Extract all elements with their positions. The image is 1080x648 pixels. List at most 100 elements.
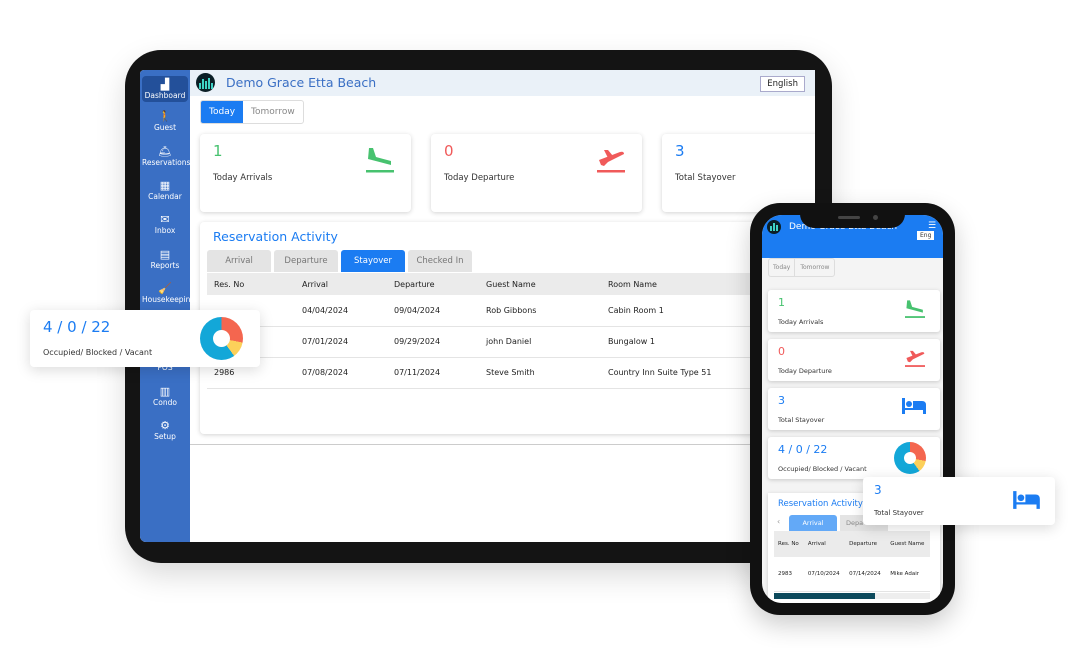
arrivals-card[interactable]: 1 Today Arrivals	[200, 134, 411, 212]
broom-icon: 🧹	[158, 281, 172, 295]
column-header[interactable]: Guest Name	[886, 531, 930, 557]
departure-card[interactable]: 0 Today Departure	[431, 134, 642, 212]
sidebar-item-guest[interactable]: 🚶 Guest	[142, 110, 188, 132]
phone-screen: Demo Grace Etta Beach Eng ☰ Today Tomorr…	[762, 215, 943, 603]
reservation-activity-panel: Reservation Activity Arrival Departure Sta…	[200, 222, 815, 434]
table-cell: 07/14/2024	[845, 557, 887, 592]
plane-departure-icon	[905, 350, 925, 367]
logo	[196, 73, 215, 92]
occupancy-donut-chart	[200, 317, 243, 360]
table-cell: 2983	[774, 557, 804, 592]
bell-icon: 🛎	[158, 144, 172, 158]
tablet-screen: ▟ Dashboard 🚶 Guest 🛎 Reservations ▦ Calendar ✉ I…	[140, 70, 815, 542]
bed-icon	[902, 398, 926, 414]
column-header[interactable]: Arrival	[295, 273, 387, 295]
sidebar-item-label: Condo	[153, 397, 177, 407]
table-cell: Mike Adair	[886, 557, 930, 592]
arrivals-count: 1	[213, 142, 223, 160]
table-row[interactable]: 2986 07/08/2024 07/11/2024 Steve Smith Count…	[207, 357, 815, 389]
envelope-icon: ✉	[160, 213, 170, 227]
occupancy-card[interactable]: 4 / 0 / 22 Occupied/ Blocked / Vacant	[30, 310, 260, 367]
table-cell: john Daniel	[479, 326, 601, 358]
table-cell: 09/04/2024	[387, 295, 479, 327]
sidebar-item-housekeeping[interactable]: 🧹 Housekeeping	[142, 281, 195, 304]
horizontal-scrollbar[interactable]	[774, 593, 930, 599]
arrivals-label: Today Arrivals	[213, 173, 273, 183]
column-header[interactable]: Guest Name	[479, 273, 601, 295]
departure-label: Today Departure	[444, 173, 515, 183]
mobile-tab-arrival[interactable]: Arrival	[789, 515, 837, 531]
logo	[767, 220, 781, 234]
sidebar-item-label: Setup	[154, 432, 176, 441]
walking-person-icon: 🚶	[158, 110, 172, 124]
table-cell: 07/10/2024	[803, 557, 846, 592]
column-header[interactable]: Departure	[387, 273, 479, 295]
occupancy-value: 4 / 0 / 22	[43, 318, 111, 336]
sidebar-item-setup[interactable]: ⚙ Setup	[142, 419, 188, 441]
occupancy-value: 4 / 0 / 22	[778, 443, 828, 456]
app-title: Demo Grace Etta Beach	[226, 75, 377, 90]
building-icon: ▥	[159, 384, 171, 398]
sidebar-item-label: Dashboard	[144, 91, 186, 100]
table-cell: 07/08/2024	[295, 357, 387, 389]
column-header[interactable]: Res. No	[774, 531, 804, 557]
column-header[interactable]: Arrival	[803, 531, 846, 557]
table-cell: Steve Smith	[479, 357, 601, 389]
phone-notch	[800, 203, 905, 228]
mobile-language-select[interactable]: Eng	[917, 231, 935, 240]
mobile-today-button[interactable]: Today	[769, 259, 794, 276]
stayover-card[interactable]: 3 Total Stayover	[662, 134, 815, 212]
sidebar-item-label: Reports	[150, 260, 180, 270]
occupancy-label: Occupied/ Blocked / Vacant	[43, 348, 153, 357]
reservation-activity-title: Reservation Activity	[213, 229, 338, 244]
table-row[interactable]: 07/01/2024 09/29/2024 john Daniel Bungalow …	[207, 326, 815, 358]
mobile-occupancy-card[interactable]: 4 / 0 / 22 Occupied/ Blocked / Vacant	[768, 437, 940, 479]
mobile-arrivals-card[interactable]: 1 Today Arrivals	[768, 290, 940, 332]
plane-arrival-icon	[905, 300, 925, 318]
bed-icon	[1013, 491, 1040, 509]
hamburger-menu-icon[interactable]: ☰	[928, 221, 936, 231]
gear-icon: ⚙	[160, 419, 170, 432]
sidebar-item-label: Housekeeping	[142, 294, 196, 304]
sidebar-item-condo[interactable]: ▥ Condo	[142, 385, 188, 407]
sidebar-item-label: Inbox	[154, 226, 176, 236]
sidebar-item-calendar[interactable]: ▦ Calendar	[142, 179, 188, 201]
language-select[interactable]: English	[760, 76, 805, 92]
floating-stayover-card[interactable]: 3 Total Stayover	[863, 477, 1055, 525]
sidebar-item-reservations[interactable]: 🛎 Reservations	[142, 144, 190, 167]
mobile-tomorrow-button[interactable]: Tomorrow	[794, 259, 834, 276]
tab-departure[interactable]: Departure	[274, 250, 338, 272]
mobile-stayover-card[interactable]: 3 Total Stayover	[768, 388, 940, 430]
column-header[interactable]: Departure	[845, 531, 887, 557]
table-cell: 07/01/2024	[295, 326, 387, 358]
stayover-count: 3	[874, 483, 882, 497]
sidebar: ▟ Dashboard 🚶 Guest 🛎 Reservations ▦ Calendar ✉ I…	[140, 70, 195, 542]
table-cell: 07/11/2024	[387, 357, 479, 389]
departure-label: Today Departure	[778, 367, 832, 375]
tab-stayover[interactable]: Stayover	[341, 250, 405, 272]
arrivals-count: 1	[778, 296, 785, 309]
mobile-reservation-table: Res. No Arrival Departure Guest Name 2983 07/…	[774, 531, 930, 592]
arrivals-label: Today Arrivals	[778, 318, 824, 326]
tabs-prev-icon[interactable]: ‹	[777, 517, 780, 526]
table-row[interactable]: 2983 07/10/2024 07/14/2024 Mike Adair	[774, 557, 930, 592]
mobile-departure-card[interactable]: 0 Today Departure	[768, 339, 940, 381]
departure-count: 0	[778, 345, 785, 358]
sidebar-item-label: Calendar	[148, 191, 182, 201]
table-row[interactable]: 04/04/2024 09/04/2024 Rob Gibbons Cabin Roo…	[207, 295, 815, 327]
tomorrow-button[interactable]: Tomorrow	[243, 101, 303, 123]
column-header[interactable]: Res. No	[207, 273, 295, 295]
stayover-label: Total Stayover	[675, 173, 736, 183]
activity-tabs: Arrival Departure Stayover Checked In	[207, 250, 472, 272]
occupancy-label: Occupied/ Blocked / Vacant	[778, 465, 867, 473]
tab-checked-in[interactable]: Checked In	[408, 250, 472, 272]
departure-count: 0	[444, 142, 454, 160]
plane-arrival-icon	[366, 148, 394, 173]
today-button[interactable]: Today	[201, 101, 244, 123]
plane-departure-icon	[597, 150, 625, 173]
dashboard-icon: ▟	[160, 78, 170, 91]
sidebar-item-reports[interactable]: ▤ Reports	[142, 248, 188, 270]
sidebar-item-dashboard[interactable]: ▟ Dashboard	[142, 76, 188, 102]
sidebar-item-inbox[interactable]: ✉ Inbox	[142, 213, 188, 235]
tab-arrival[interactable]: Arrival	[207, 250, 271, 272]
